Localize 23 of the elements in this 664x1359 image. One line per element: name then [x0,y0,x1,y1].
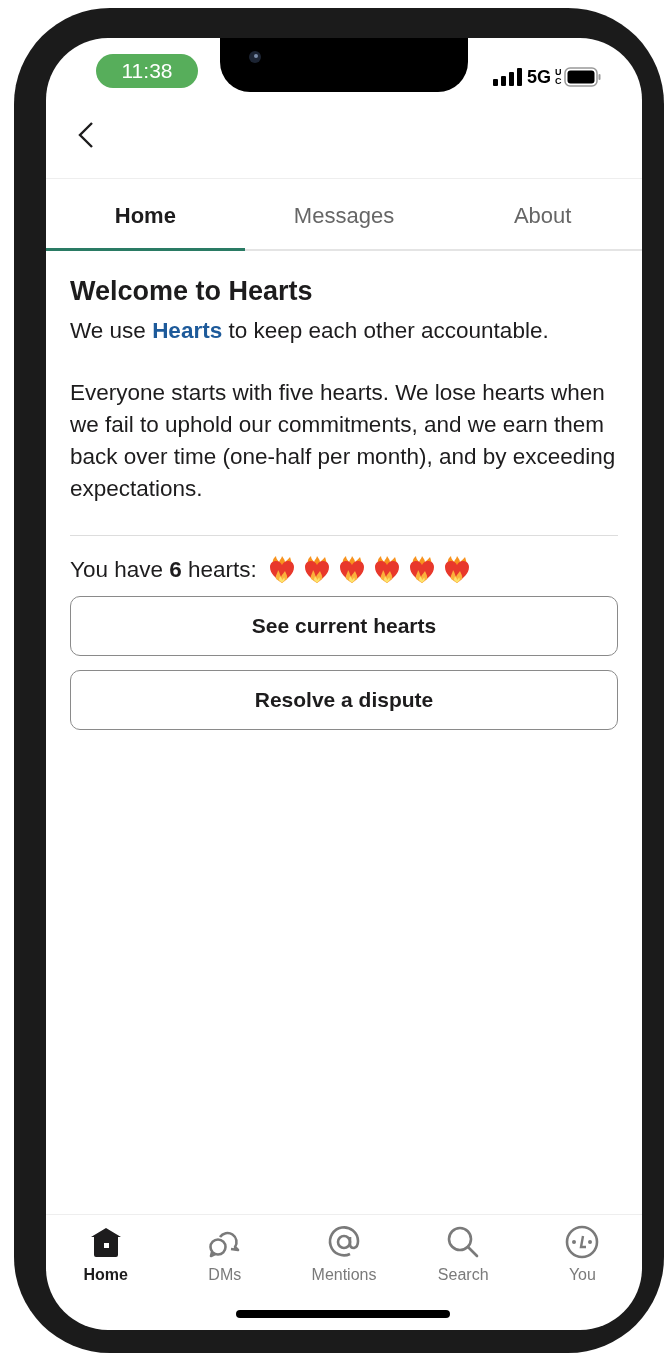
tab[interactable]: About [443,179,642,251]
nav-tab[interactable]: You [568,1265,596,1285]
nav-tab[interactable]: Mentions [311,1265,377,1285]
page-title: Welcome to Hearts [70,275,314,308]
intro-text: We use Hearts to keep each other accountable. [70,317,550,345]
at-sign-icon [326,1225,362,1259]
network-suffix: UC [555,68,560,86]
hearts-link[interactable]: Hearts [152,318,223,343]
nav-tab[interactable]: DMs [208,1265,242,1285]
status-time: 11:38 [96,54,198,88]
nav-tab[interactable]: Search [437,1265,489,1285]
avatar-icon [564,1225,601,1259]
network-label: 5G [527,66,551,88]
description-text: Everyone starts with five hearts. We lose hearts when we fail to uphold our commitments, and we earn them back over time (one-half per month), and by exceeding expectations. [70,379,617,503]
action-button[interactable]: See current hearts [70,596,618,656]
signal-icon [493,68,523,86]
action-button[interactable]: Resolve a dispute [70,670,618,730]
battery-icon [564,67,602,87]
nav-tab[interactable]: Home [83,1265,128,1285]
tab[interactable]: Messages [244,179,444,251]
hearts-count-text: You have 6 hearts: [70,556,257,584]
tab[interactable]: Home [46,179,245,251]
camera-icon [248,50,262,64]
